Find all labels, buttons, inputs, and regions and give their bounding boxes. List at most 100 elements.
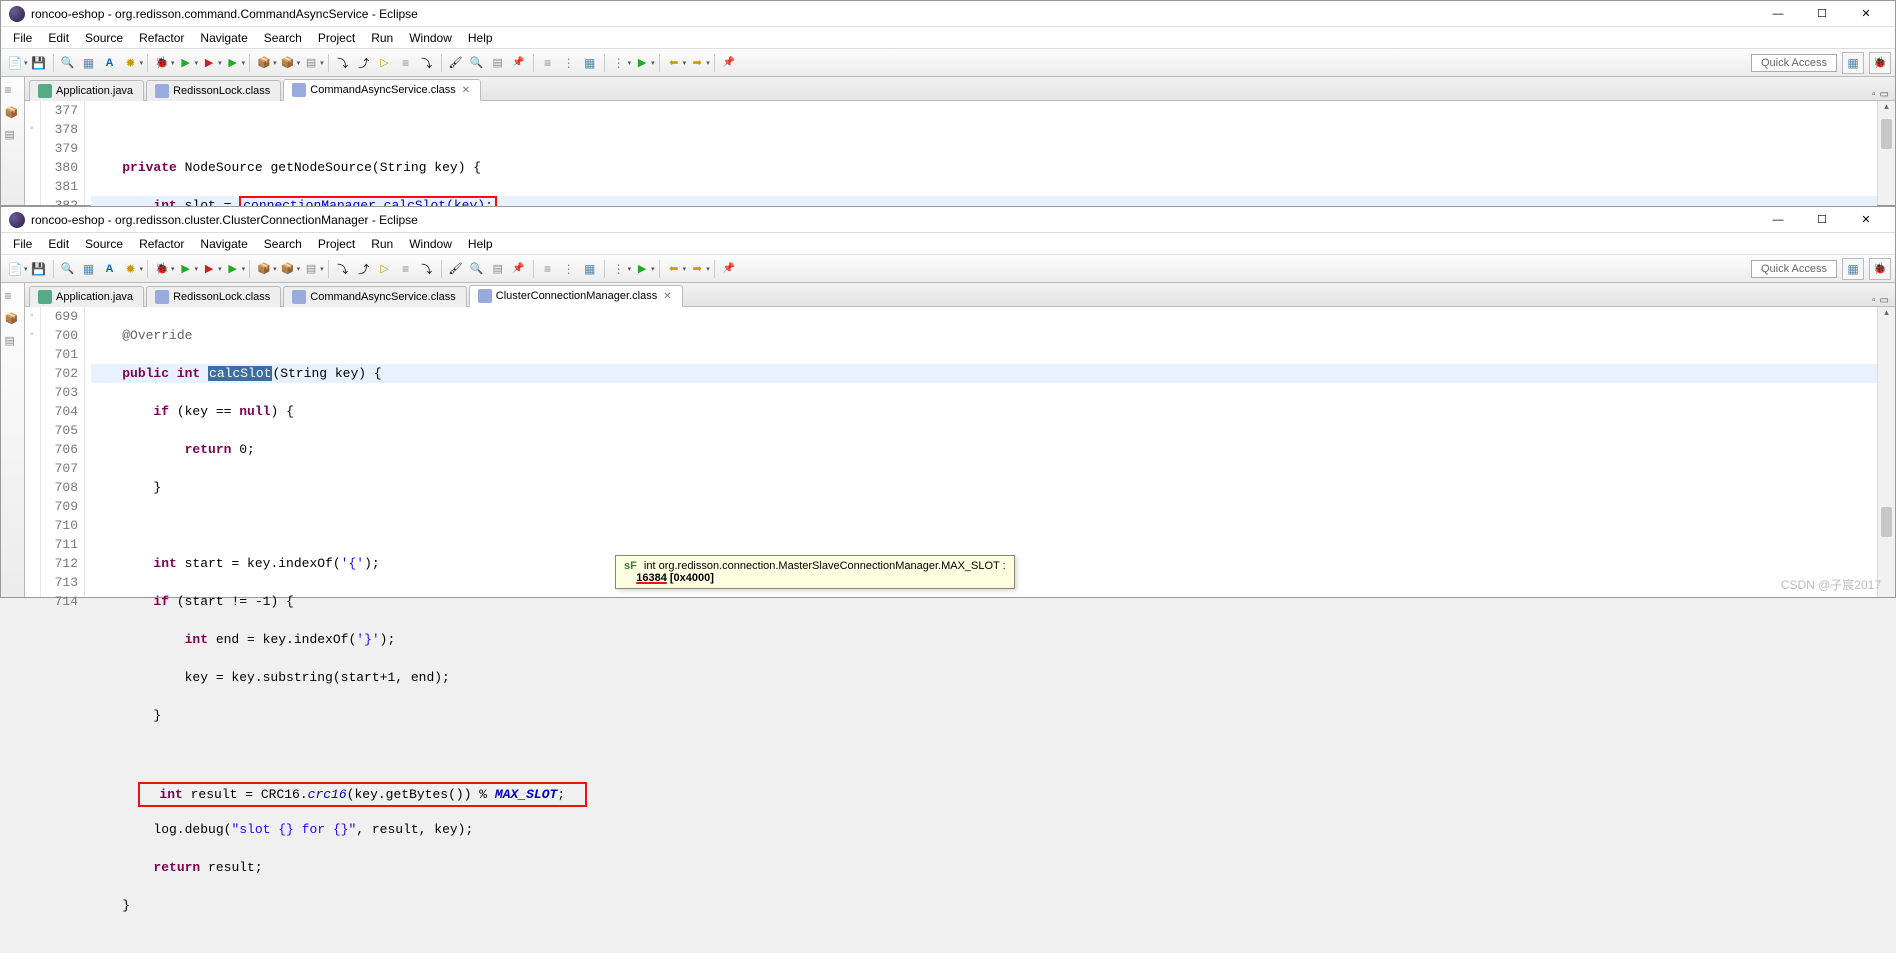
menu-search[interactable]: Search [256,235,310,252]
menu-refactor[interactable]: Refactor [131,29,192,46]
new-icon[interactable] [5,259,25,279]
menu-file[interactable]: File [5,235,40,252]
new-icon[interactable] [5,53,25,73]
tab-min-icon[interactable]: ▫ [1872,295,1876,306]
maximize-button[interactable]: ☐ [1801,4,1843,24]
search-icon[interactable] [58,53,78,73]
stepout-icon[interactable] [354,53,374,73]
run-icon[interactable] [176,53,196,73]
back-icon[interactable] [664,259,684,279]
extra-icon[interactable] [609,53,629,73]
menu-project[interactable]: Project [310,29,363,46]
pin-icon[interactable] [509,259,529,279]
code-body[interactable]: private NodeSource getNodeSource(String … [85,101,1877,205]
search2-icon[interactable] [467,53,487,73]
task-icon[interactable] [488,259,508,279]
new-class-icon[interactable] [278,53,298,73]
menu-edit[interactable]: Edit [40,29,77,46]
stepout-icon[interactable] [354,259,374,279]
perspective-java-icon[interactable] [1842,258,1864,280]
perspective-debug-icon[interactable] [1869,52,1891,74]
tab-close-icon[interactable]: ✕ [663,291,671,302]
forward-icon[interactable] [687,259,707,279]
lines-icon[interactable] [396,53,416,73]
menu-navigate[interactable]: Navigate [192,235,255,252]
minimize-button[interactable]: — [1757,210,1799,230]
menu-help[interactable]: Help [460,235,501,252]
menu-run[interactable]: Run [363,235,401,252]
coverage-icon[interactable] [223,259,243,279]
tab-commandasync[interactable]: CommandAsyncService.class✕ [283,79,481,101]
new-class-icon[interactable] [278,259,298,279]
tab-close-icon[interactable]: ✕ [462,85,470,96]
skip2-icon[interactable] [417,259,437,279]
vertical-scrollbar[interactable]: ▴ [1877,101,1895,205]
coverage-icon[interactable] [223,53,243,73]
task-icon[interactable] [488,53,508,73]
menu-window[interactable]: Window [401,235,460,252]
toggle-a-icon[interactable] [100,259,120,279]
forward-icon[interactable] [687,53,707,73]
outline-icon[interactable] [538,259,558,279]
minimize-button[interactable]: — [1757,4,1799,24]
save-icon[interactable] [29,53,49,73]
type-hier-icon[interactable] [5,127,21,143]
pkg-explorer-icon[interactable] [5,311,21,327]
menu-search[interactable]: Search [256,29,310,46]
star-icon[interactable] [121,53,141,73]
tab-redissonlock[interactable]: RedissonLock.class [146,286,281,307]
paint-icon[interactable] [446,53,466,73]
new-type-icon[interactable] [301,53,321,73]
quick-access-input[interactable]: Quick Access [1751,54,1837,72]
close-button[interactable]: ✕ [1845,4,1887,24]
menu-help[interactable]: Help [460,29,501,46]
ext-run-icon[interactable] [199,53,219,73]
resume-icon[interactable] [375,53,395,73]
tab-max-icon[interactable]: ▭ [1880,89,1889,100]
box-icon[interactable] [79,53,99,73]
paint-icon[interactable] [446,259,466,279]
vertical-scrollbar[interactable]: ▴ [1877,307,1895,597]
maximize-button[interactable]: ☐ [1801,210,1843,230]
type-hier-icon[interactable] [5,333,21,349]
search-icon[interactable] [58,259,78,279]
perspective-debug-icon[interactable] [1869,258,1891,280]
tab-redissonlock[interactable]: RedissonLock.class [146,80,281,101]
menu-source[interactable]: Source [77,235,131,252]
skip-icon[interactable] [333,53,353,73]
menu-project[interactable]: Project [310,235,363,252]
tab-clusterconn[interactable]: ClusterConnectionManager.class✕ [469,285,683,307]
tab-application[interactable]: Application.java [29,286,144,307]
menu-source[interactable]: Source [77,29,131,46]
code-editor[interactable]: 377 378 379 380 381 382 private NodeSour… [25,101,1895,205]
debug-icon[interactable] [152,53,172,73]
pin2-icon[interactable] [719,53,739,73]
tab-max-icon[interactable]: ▭ [1880,295,1889,306]
skip2-icon[interactable] [417,53,437,73]
nextann-icon[interactable] [632,259,652,279]
search2-icon[interactable] [467,259,487,279]
more-icon[interactable] [559,53,579,73]
box-icon[interactable] [79,259,99,279]
menu-run[interactable]: Run [363,29,401,46]
pin-icon[interactable] [509,53,529,73]
menu-refactor[interactable]: Refactor [131,235,192,252]
new-type-icon[interactable] [301,259,321,279]
close-button[interactable]: ✕ [1845,210,1887,230]
new-pkg-icon[interactable] [254,53,274,73]
menu-navigate[interactable]: Navigate [192,29,255,46]
menu-window[interactable]: Window [401,29,460,46]
star-icon[interactable] [121,259,141,279]
restore-view-icon[interactable] [5,83,21,99]
nextann-icon[interactable] [632,53,652,73]
pin2-icon[interactable] [719,259,739,279]
tab-min-icon[interactable]: ▫ [1872,89,1876,100]
outline-icon[interactable] [538,53,558,73]
pkg-explorer-icon[interactable] [5,105,21,121]
lines-icon[interactable] [396,259,416,279]
ext-run-icon[interactable] [199,259,219,279]
menu-edit[interactable]: Edit [40,235,77,252]
resume-icon[interactable] [375,259,395,279]
run-icon[interactable] [176,259,196,279]
more-icon[interactable] [559,259,579,279]
